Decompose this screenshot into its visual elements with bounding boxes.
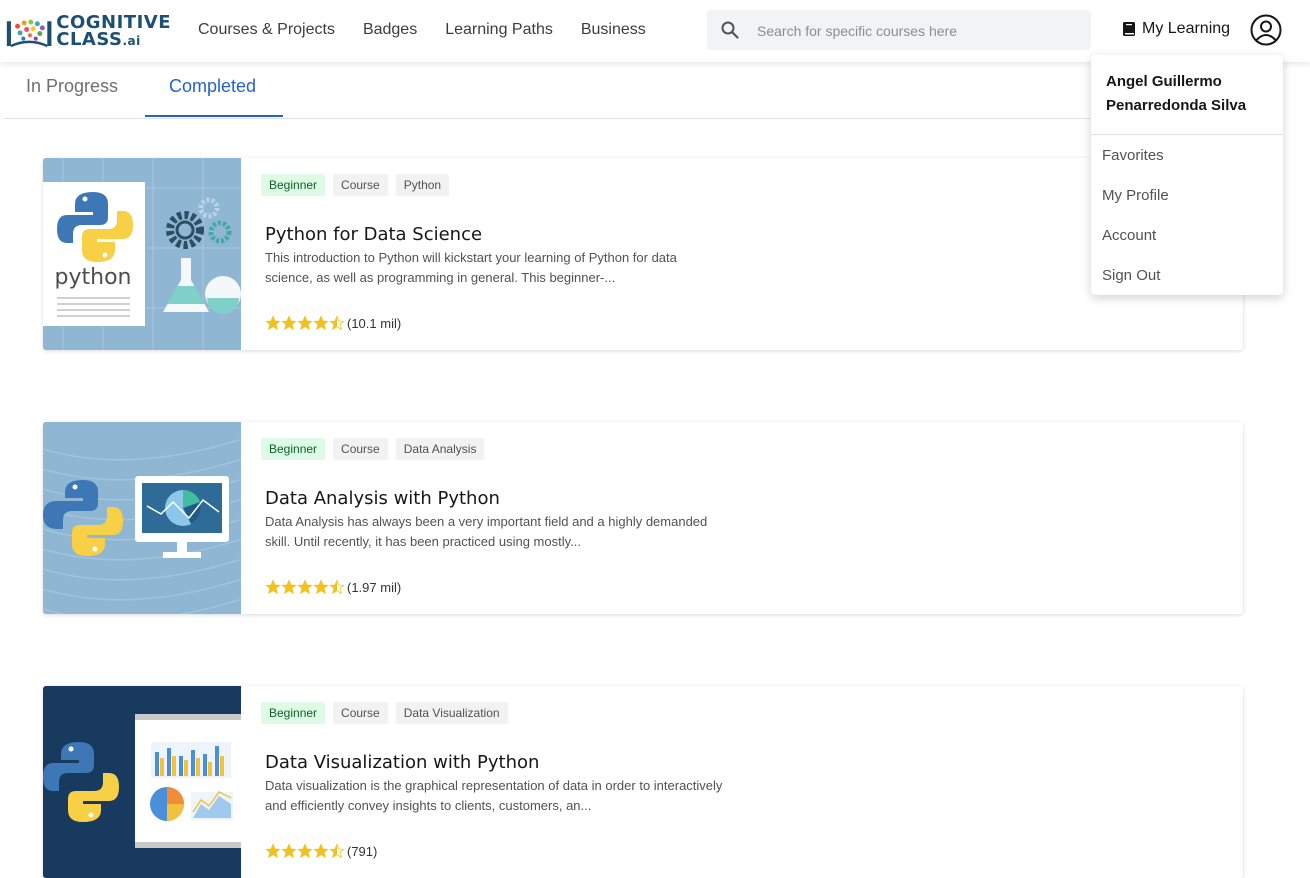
menu-item-account[interactable]: Account [1102, 227, 1156, 244]
rating-count: (791) [347, 843, 378, 859]
menu-item-my-profile[interactable]: My Profile [1102, 187, 1169, 204]
star-icon [329, 315, 345, 331]
course-description: This introduction to Python will kicksta… [265, 250, 677, 285]
star-icon [265, 315, 281, 331]
rating-count: (1.97 mil) [347, 579, 402, 595]
star-icon [281, 843, 297, 859]
menu-item-sign-out[interactable]: Sign Out [1102, 267, 1160, 284]
top-header: COGNITIVE CLASS.ai Courses & Projects Ba… [0, 0, 1310, 62]
course-thumbnail [43, 686, 241, 878]
course-thumbnail [43, 422, 241, 614]
topic-tag: Data Analysis [395, 438, 485, 460]
level-tag: Beginner [261, 438, 326, 460]
course-title[interactable]: Python for Data Science [265, 224, 482, 245]
search-bar[interactable] [707, 10, 1091, 50]
search-input[interactable] [755, 18, 1079, 44]
course-tags: Beginner Course Python [261, 174, 457, 196]
svg-text:python: python [55, 265, 132, 290]
search-icon [721, 21, 739, 39]
star-rating [265, 843, 345, 859]
star-rating [265, 579, 345, 595]
nav-learning-paths[interactable]: Learning Paths [445, 21, 553, 39]
nav-business[interactable]: Business [581, 21, 646, 39]
learning-tabs: In Progress Completed [4, 70, 1090, 119]
star-icon [297, 315, 313, 331]
star-icon [297, 579, 313, 595]
star-icon [313, 579, 329, 595]
course-rating: (1.97 mil) [265, 579, 401, 595]
course-card[interactable]: Beginner Course Data Visualization Data … [43, 686, 1243, 878]
logo-text: COGNITIVE CLASS.ai [56, 14, 171, 50]
my-learning-label: My Learning [1142, 20, 1231, 37]
book-icon [1123, 22, 1135, 36]
topic-tag: Python [395, 174, 450, 196]
star-icon [313, 843, 329, 859]
star-icon [281, 315, 297, 331]
data-analysis-illustration [43, 422, 241, 614]
course-tags: Beginner Course Data Analysis [261, 438, 492, 460]
course-description: Data Analysis has always been a very imp… [265, 514, 708, 549]
type-tag: Course [333, 174, 388, 196]
active-tab-indicator [145, 115, 283, 117]
cognitive-class-logo[interactable]: COGNITIVE CLASS.ai [6, 12, 171, 52]
menu-divider [1091, 134, 1283, 135]
course-card[interactable]: Beginner Course Data Analysis Data Analy… [43, 422, 1243, 614]
course-card[interactable]: python Beginner Course Python Python for… [43, 158, 1243, 350]
data-visualization-illustration [43, 686, 241, 878]
rating-count: (10.1 mil) [347, 315, 402, 331]
course-tags: Beginner Course Data Visualization [261, 702, 516, 724]
star-icon [329, 579, 345, 595]
course-thumbnail: python [43, 158, 241, 350]
course-description: Data visualization is the graphical repr… [265, 778, 723, 813]
star-icon [313, 315, 329, 331]
user-avatar-button[interactable] [1250, 14, 1282, 46]
logo-line2-text: CLASS [56, 29, 123, 50]
logo-book-icon [6, 19, 52, 48]
tab-in-progress[interactable]: In Progress [26, 76, 118, 97]
tab-completed[interactable]: Completed [169, 76, 256, 97]
star-icon [265, 843, 281, 859]
course-title[interactable]: Data Analysis with Python [265, 488, 500, 509]
star-icon [265, 579, 281, 595]
menu-item-favorites[interactable]: Favorites [1102, 147, 1164, 164]
course-rating: (10.1 mil) [265, 315, 401, 331]
my-learning-button[interactable]: My Learning [1123, 20, 1230, 38]
nav-courses-projects[interactable]: Courses & Projects [198, 21, 335, 39]
star-icon [297, 843, 313, 859]
level-tag: Beginner [261, 702, 326, 724]
user-avatar-icon [1250, 14, 1282, 46]
logo-suffix: .ai [122, 34, 141, 48]
star-rating [265, 315, 345, 331]
user-menu-dropdown: Angel Guillermo Penarredonda Silva Favor… [1091, 55, 1283, 295]
user-name: Angel Guillermo Penarredonda Silva [1106, 73, 1247, 114]
star-icon [281, 579, 297, 595]
star-icon [329, 843, 345, 859]
type-tag: Course [333, 702, 388, 724]
type-tag: Course [333, 438, 388, 460]
logo-line2: CLASS.ai [56, 31, 171, 50]
python-data-science-illustration: python [43, 158, 241, 350]
course-rating: (791) [265, 843, 377, 859]
main-nav: Courses & Projects Badges Learning Paths… [198, 21, 674, 39]
course-title[interactable]: Data Visualization with Python [265, 752, 539, 773]
level-tag: Beginner [261, 174, 326, 196]
topic-tag: Data Visualization [395, 702, 508, 724]
nav-badges[interactable]: Badges [363, 21, 417, 39]
